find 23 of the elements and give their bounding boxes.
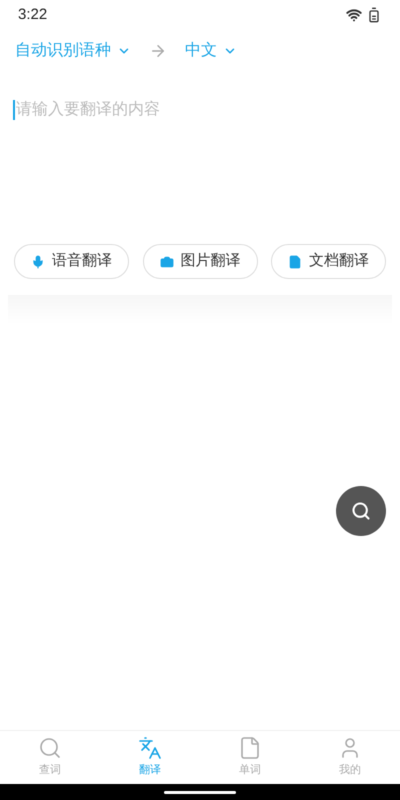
document-icon [238, 736, 262, 760]
target-language-selector[interactable]: 中文 [185, 39, 237, 63]
microphone-icon [31, 254, 45, 268]
nav-tab[interactable]: 单词 [200, 731, 300, 784]
arrow-right-icon [149, 42, 167, 60]
floating-search-button[interactable] [336, 486, 386, 536]
nav-tab[interactable]: 查词 [0, 731, 100, 784]
home-indicator [164, 790, 236, 794]
translate-mode-button[interactable]: 语音翻译 [14, 244, 129, 279]
document-icon [288, 254, 302, 268]
text-cursor [13, 100, 15, 120]
translate-mode-button[interactable]: 图片翻译 [142, 244, 258, 279]
translation-input[interactable]: 请输入要翻译的内容 [15, 100, 383, 240]
nav-tab[interactable]: 我的 [300, 731, 400, 784]
translate-mode-button[interactable]: 文档翻译 [271, 244, 386, 279]
search-icon [351, 501, 371, 521]
wifi-icon [346, 7, 362, 23]
nav-tab[interactable]: 翻译 [100, 731, 200, 784]
search-icon [38, 736, 62, 760]
translate-icon [138, 736, 162, 760]
status-time: 3:22 [18, 4, 48, 25]
camera-icon [160, 254, 174, 268]
source-language-selector[interactable]: 自动识别语种 [15, 39, 131, 63]
